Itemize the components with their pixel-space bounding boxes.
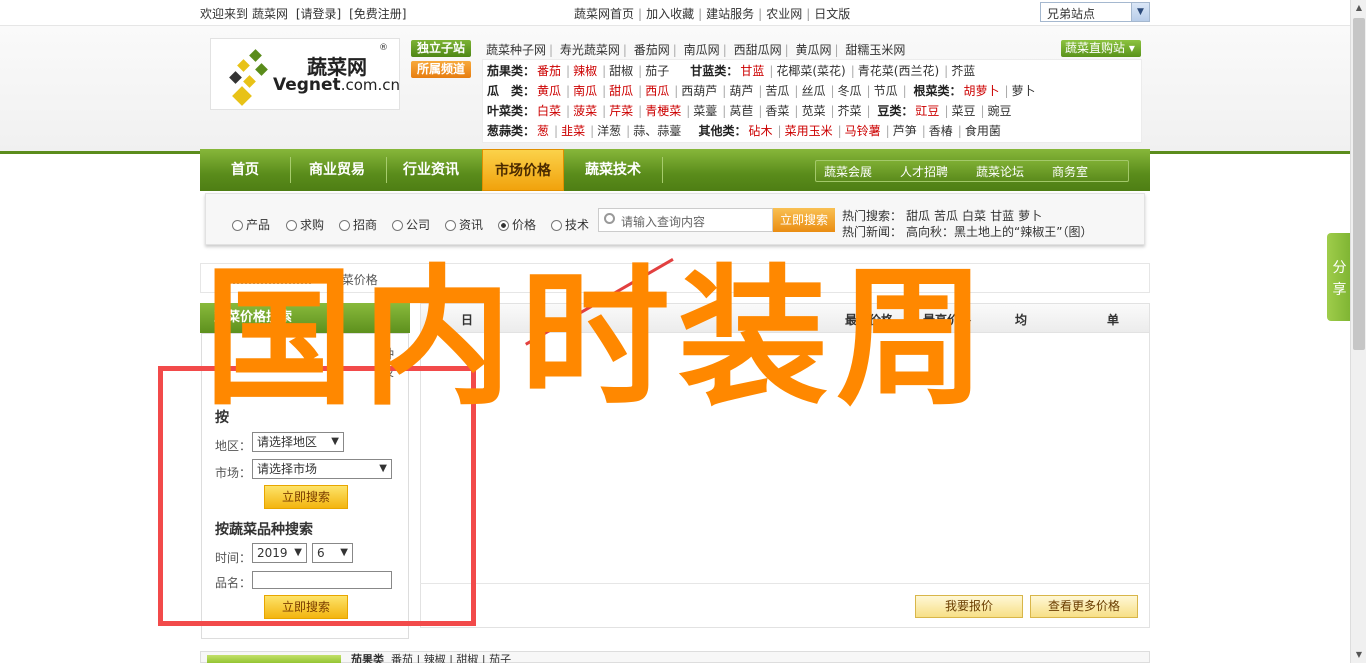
link-build[interactable]: 建站服务 <box>706 7 754 21</box>
radio-price[interactable]: 价格 <box>498 216 536 233</box>
radio-company[interactable]: 公司 <box>392 216 430 233</box>
site-link[interactable]: 蔬菜网 <box>252 7 288 21</box>
share-tab[interactable]: 分享 <box>1327 233 1352 321</box>
hot-news: 热门新闻： 高向秋：黑土地上的“辣椒王”（图） <box>842 225 1093 239</box>
quote-button[interactable]: 我要报价 <box>915 595 1023 618</box>
welcome-text: 欢迎来到 <box>200 7 249 21</box>
category-row: 叶菜类： 白菜 | 菠菜 | 芹菜 | 青梗菜 | 菜薹 | 莴苣 | 香菜 | 苋菜 | 芥菜 | 豆类： 豇豆 | 菜… <box>487 104 1012 118</box>
hot-search-link[interactable]: 白菜 <box>962 209 986 223</box>
chevron-down-icon[interactable]: ▼ <box>1131 3 1149 21</box>
subsite-link[interactable]: 番茄网 <box>634 43 670 57</box>
bottom-category-strip: 茄果类 番茄 | 辣椒 | 甜椒 | 茄子 <box>200 651 1150 663</box>
link-japanese[interactable]: 日文版 <box>814 7 850 21</box>
hot-news-link[interactable]: 高向秋：黑土地上的“辣椒王”（图） <box>906 225 1092 239</box>
login-link[interactable]: [请登录] <box>296 7 341 21</box>
hot-search-link[interactable]: 苦瓜 <box>934 209 958 223</box>
subsite-link[interactable]: 黄瓜网 <box>795 43 831 57</box>
sister-sites-select[interactable]: 兄弟站点 ▼ <box>1040 2 1150 22</box>
subsites-list: 蔬菜种子网 | 寿光蔬菜网 | 番茄网 | 南瓜网 | 西甜瓜网 | 黄瓜网 | 甜糯玉米网 <box>486 43 906 57</box>
scroll-up-icon[interactable]: ▲ <box>1351 0 1366 16</box>
subsite-link[interactable]: 蔬菜种子网 <box>486 43 546 57</box>
nav-trade[interactable]: 商业贸易 <box>296 149 378 191</box>
nav-news[interactable]: 行业资讯 <box>390 149 472 191</box>
top-bar: 欢迎来到 蔬菜网 [请登录] [免费注册] 蔬菜网首页 | 加入收藏 | 建站服务 | 农业网… <box>0 0 1350 26</box>
radio-investment[interactable]: 招商 <box>339 216 377 233</box>
subsite-link[interactable]: 南瓜网 <box>684 43 720 57</box>
scrollbar[interactable]: ▲ ▼ <box>1350 0 1366 663</box>
nav-technology[interactable]: 蔬菜技术 <box>572 149 654 191</box>
subnav-forum[interactable]: 蔬菜论坛 <box>976 163 1024 180</box>
sub-nav: 蔬菜会展 人才招聘 蔬菜论坛 商务室 <box>815 160 1129 182</box>
more-prices-button[interactable]: 查看更多价格 <box>1030 595 1138 618</box>
radio-wanted[interactable]: 求购 <box>286 216 324 233</box>
link-agri[interactable]: 农业网 <box>766 7 802 21</box>
nav-home[interactable]: 首页 <box>210 149 280 191</box>
registered-mark: ® <box>379 43 388 53</box>
link-favorite[interactable]: 加入收藏 <box>646 7 694 21</box>
independent-sites-tag: 独立子站 <box>411 40 472 57</box>
category-box: 茄果类： 番茄 | 辣椒 | 甜椒 | 茄子 甘蓝类： 甘蓝 | 花椰菜(菜花) | 青花菜(西兰花) |… <box>482 59 1142 143</box>
search-icon <box>604 213 615 224</box>
logo-en-text: Vegnet.com.cn <box>273 75 401 95</box>
subsite-link[interactable]: 西甜瓜网 <box>734 43 782 57</box>
subnav-office[interactable]: 商务室 <box>1052 163 1088 180</box>
channels-tag: 所属频道 <box>411 61 472 78</box>
scroll-down-icon[interactable]: ▼ <box>1351 647 1366 663</box>
logo-mark-icon <box>227 49 271 106</box>
top-bar-left: 欢迎来到 蔬菜网 [请登录] [免费注册] <box>200 5 410 22</box>
category-row: 瓜 类： 黄瓜 | 南瓜 | 甜瓜 | 西瓜 | 西葫芦 | 葫芦 | 苦瓜 | 丝瓜 | 冬瓜 | 节瓜 | 根菜类：… <box>487 84 1036 98</box>
site-logo[interactable]: ® 蔬菜网 Vegnet.com.cn <box>210 38 400 110</box>
category-row: 茄果类： 番茄 | 辣椒 | 甜椒 | 茄子 甘蓝类： 甘蓝 | 花椰菜(菜花) | 青花菜(西兰花) |… <box>487 64 976 78</box>
subnav-jobs[interactable]: 人才招聘 <box>900 163 948 180</box>
subsite-link[interactable]: 寿光蔬菜网 <box>560 43 620 57</box>
scrollbar-thumb[interactable] <box>1353 18 1365 350</box>
top-links: 蔬菜网首页 | 加入收藏 | 建站服务 | 农业网 | 日文版 <box>574 7 851 21</box>
hot-search-link[interactable]: 甜瓜 <box>906 209 930 223</box>
col-unit: 单 <box>1107 313 1120 327</box>
subnav-expo[interactable]: 蔬菜会展 <box>824 163 872 180</box>
hot-search-link[interactable]: 甘蓝 <box>990 209 1014 223</box>
col-average: 均 <box>1015 313 1028 327</box>
sister-sites-value: 兄弟站点 <box>1047 7 1096 21</box>
overlay-title: 国内时装周 <box>204 252 995 426</box>
search-button[interactable]: 立即搜索 <box>773 208 835 232</box>
bottom-banner <box>207 655 341 663</box>
category-row: 葱蒜类：葱 | 韭菜 | 洋葱 | 蒜、蒜薹 其他类： 砧木 | 菜用玉米 | 马铃薯 | 芦笋 | 香椿 | 食… <box>487 124 1001 138</box>
link-home[interactable]: 蔬菜网首页 <box>574 7 634 21</box>
register-link[interactable]: [免费注册] <box>349 7 406 21</box>
radio-product[interactable]: 产品 <box>232 216 270 233</box>
nav-market-price[interactable]: 市场价格 <box>482 149 564 191</box>
hot-search-link[interactable]: 萝卜 <box>1018 209 1042 223</box>
hot-search: 热门搜索： 甜瓜 苦瓜 白菜 甘蓝 萝卜 <box>842 209 1043 223</box>
direct-buy-button[interactable]: 蔬菜直购站 ▾ <box>1061 40 1141 57</box>
radio-news[interactable]: 资讯 <box>445 216 483 233</box>
search-input[interactable]: 请输入查询内容 <box>598 208 773 232</box>
subsite-link[interactable]: 甜糯玉米网 <box>845 43 905 57</box>
radio-tech[interactable]: 技术 <box>551 216 589 233</box>
